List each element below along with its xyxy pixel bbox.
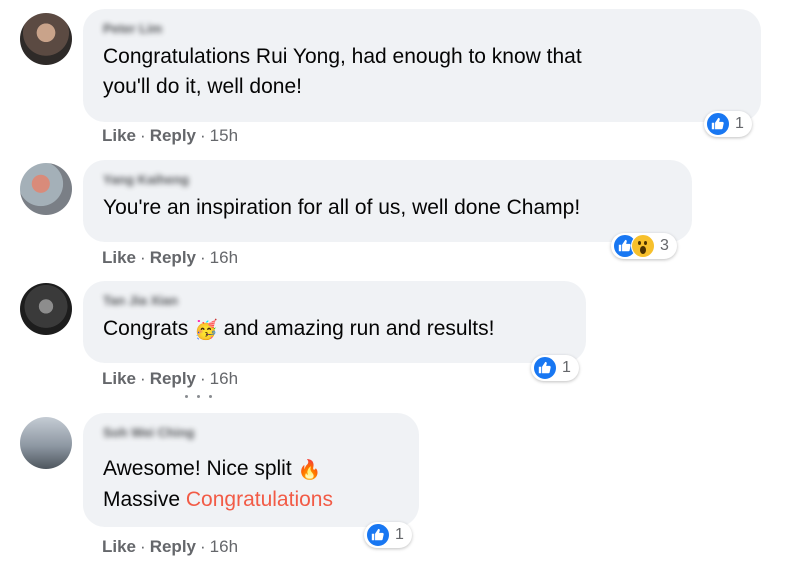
separator: · (140, 126, 146, 145)
reply-link[interactable]: Reply (150, 126, 196, 145)
comment-author[interactable]: Soh Wei Ching (103, 424, 401, 442)
comment-text-line: Congratulations Rui Yong, had enough to … (103, 45, 582, 68)
comment-bubble: Soh Wei Ching Awesome! Nice split 🔥 Mass… (83, 413, 419, 527)
comment-actions: Like · Reply · 16h (102, 537, 238, 557)
reply-link[interactable]: Reply (150, 537, 196, 556)
reaction-count: 1 (395, 526, 404, 543)
comment-actions: Like · Reply · 16h (102, 248, 238, 268)
separator: · (200, 537, 206, 556)
avatar[interactable] (20, 283, 72, 335)
reaction-summary[interactable]: 1 (704, 111, 752, 137)
comment-bubble: Tan Jia Xian Congrats 🥳 and amazing run … (83, 281, 586, 363)
separator: · (200, 126, 206, 145)
comment-author[interactable]: Tan Jia Xian (103, 292, 568, 310)
reply-link[interactable]: Reply (150, 248, 196, 267)
reaction-count: 1 (562, 359, 571, 376)
like-reaction-icon (366, 523, 390, 547)
timestamp[interactable]: 16h (210, 369, 238, 388)
fire-emoji: 🔥 (297, 460, 322, 481)
separator: · (140, 537, 146, 556)
comment-text-line: You're an inspiration for all of us, wel… (103, 196, 581, 219)
avatar[interactable] (20, 163, 72, 215)
comment-text: Congrats (103, 317, 189, 340)
avatar[interactable] (20, 13, 72, 65)
like-link[interactable]: Like (102, 369, 136, 388)
like-reaction-icon (533, 356, 557, 380)
like-reaction-icon (706, 112, 730, 136)
comment-author[interactable]: Peter Lim (103, 20, 743, 38)
comment-actions: Like · Reply · 15h (102, 126, 238, 146)
comment-text: and amazing run and results! (223, 317, 495, 340)
timestamp[interactable]: 15h (210, 126, 238, 145)
party-face-emoji: 🥳 (194, 320, 218, 341)
avatar[interactable] (20, 417, 72, 469)
like-link[interactable]: Like (102, 537, 136, 556)
reaction-summary[interactable]: 1 (364, 522, 412, 548)
reaction-summary[interactable]: 3 (611, 233, 677, 259)
comment-actions: Like · Reply · 16h (102, 369, 238, 389)
comment-text-line: Congrats 🥳 and amazing run and results! (103, 314, 568, 345)
reaction-summary[interactable]: 1 (531, 355, 579, 381)
separator: · (200, 248, 206, 267)
like-link[interactable]: Like (102, 126, 136, 145)
more-replies-dots-icon (185, 393, 215, 399)
comment-text: Massive (103, 488, 181, 511)
separator: · (200, 369, 206, 388)
wow-reaction-icon (631, 234, 655, 258)
comment-author[interactable]: Yang Kaiheng (103, 171, 674, 189)
reply-link[interactable]: Reply (150, 369, 196, 388)
separator: · (140, 248, 146, 267)
comment-bubble: Yang Kaiheng You're an inspiration for a… (83, 160, 692, 242)
comment-text-line: Massive Congratulations (103, 485, 401, 515)
timestamp[interactable]: 16h (210, 248, 238, 267)
reaction-count: 3 (660, 237, 669, 254)
reaction-count: 1 (735, 115, 744, 132)
timestamp[interactable]: 16h (210, 537, 238, 556)
comment-bubble: Peter Lim Congratulations Rui Yong, had … (83, 9, 761, 122)
separator: · (140, 369, 146, 388)
highlighted-word: Congratulations (185, 488, 333, 511)
like-link[interactable]: Like (102, 248, 136, 267)
comment-text-line: you'll do it, well done! (103, 75, 302, 98)
comment-text: Awesome! Nice split (103, 457, 292, 480)
comment-text-line: Awesome! Nice split 🔥 (103, 454, 401, 485)
